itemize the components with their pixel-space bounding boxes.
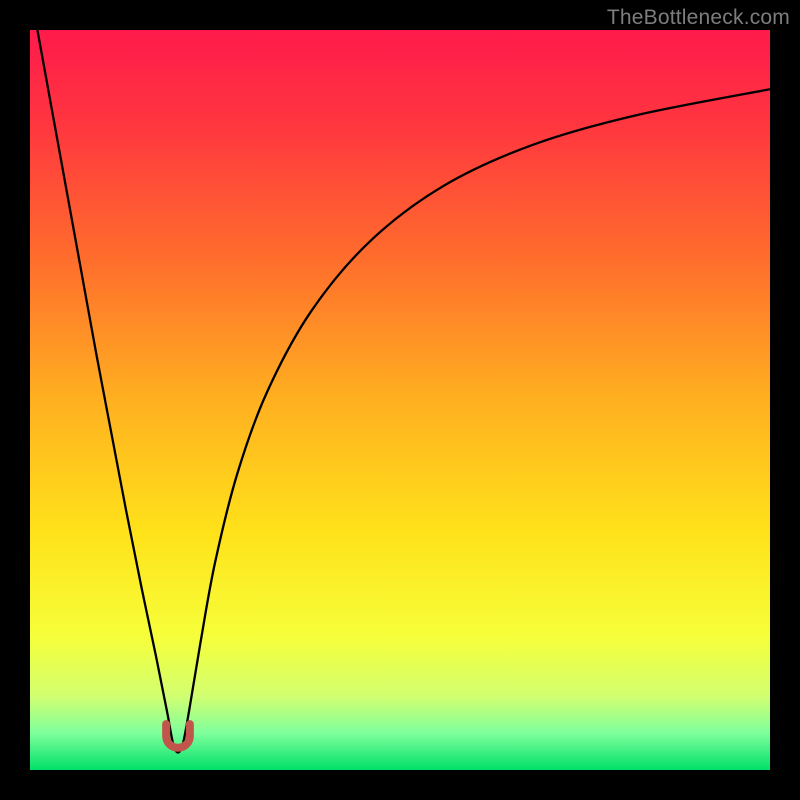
watermark-label: TheBottleneck.com <box>607 6 790 30</box>
bottleneck-plot <box>30 30 770 770</box>
gradient-background <box>30 30 770 770</box>
chart-frame: TheBottleneck.com <box>0 0 800 800</box>
plot-svg <box>30 30 770 770</box>
